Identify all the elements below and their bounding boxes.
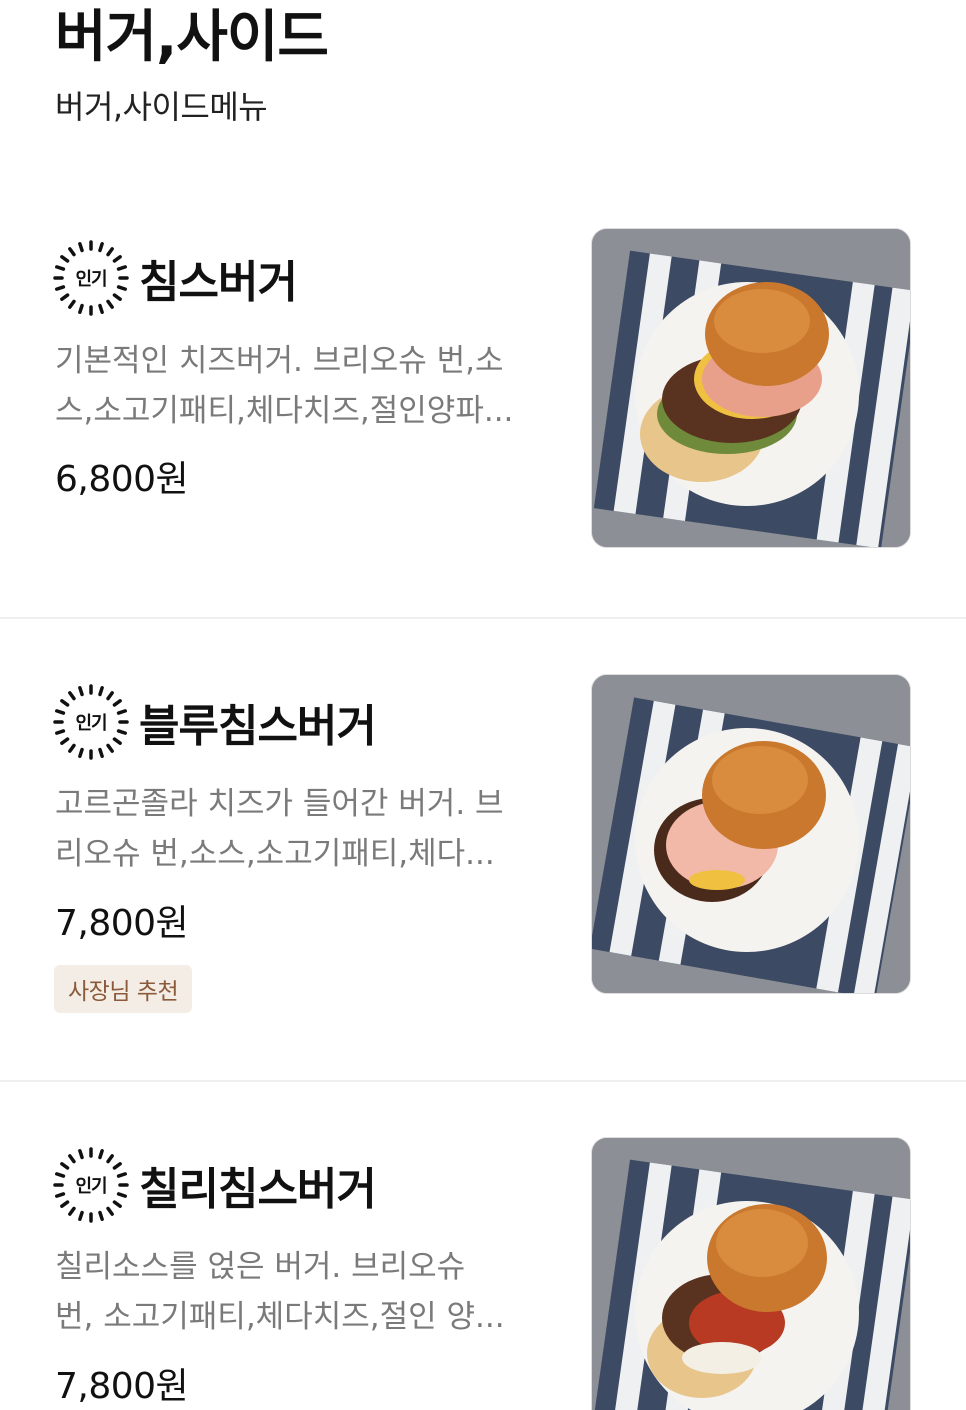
menu-item-description: 칠리소스를 얹은 버거. 브리오슈 번, 소고기패티,체다치즈,절인 양... <box>55 1242 570 1342</box>
description-line: 기본적인 치즈버거. 브리오슈 번,소 <box>55 343 504 379</box>
burger-photo-icon <box>592 1138 910 1410</box>
menu-item[interactable]: 인기 칠리침스버거 칠리소스를 얹은 버거. 브리오슈 번, 소고기패티,체다치… <box>0 1082 966 1410</box>
description-line: 칠리소스를 얹은 버거. 브리오슈 <box>55 1249 466 1285</box>
menu-item[interactable]: 인기 침스버거 기본적인 치즈버거. 브리오슈 번,소 스,소고기패티,체다치즈… <box>0 228 966 618</box>
burger-photo-icon <box>592 229 910 547</box>
popular-badge-label: 인기 <box>75 269 107 290</box>
burger-photo[interactable] <box>591 674 911 994</box>
popular-badge-label: 인기 <box>75 713 107 734</box>
popular-badge: 인기 <box>53 684 129 760</box>
description-line: 번, 소고기패티,체다치즈,절인 양... <box>55 1299 505 1335</box>
menu-item[interactable]: 인기 블루침스버거 고르곤졸라 치즈가 들어간 버거. 브 리오슈 번,소스,소… <box>0 619 966 1081</box>
popular-badge-label: 인기 <box>75 1176 107 1197</box>
section-title: 버거,사이드 <box>55 5 329 70</box>
burger-photo[interactable] <box>591 228 911 548</box>
description-line: 리오슈 번,소스,소고기패티,체다... <box>55 836 495 872</box>
menu-item-header: 인기 블루침스버거 <box>53 684 377 760</box>
menu-item-header: 인기 침스버거 <box>53 240 298 316</box>
owner-recommend-tag: 사장님 추천 <box>54 965 193 1013</box>
menu-item-name: 칠리침스버거 <box>139 1164 377 1215</box>
description-line: 고르곤졸라 치즈가 들어간 버거. 브 <box>55 786 504 822</box>
burger-photo-icon <box>592 675 910 993</box>
menu-item-price: 6,800원 <box>55 459 189 500</box>
menu-item-description: 기본적인 치즈버거. 브리오슈 번,소 스,소고기패티,체다치즈,절인양파... <box>55 336 570 436</box>
menu-item-price: 7,800원 <box>55 903 189 944</box>
menu-item-name: 블루침스버거 <box>139 701 377 752</box>
popular-badge: 인기 <box>53 240 129 316</box>
menu-item-description: 고르곤졸라 치즈가 들어간 버거. 브 리오슈 번,소스,소고기패티,체다... <box>55 779 570 879</box>
burger-photo[interactable] <box>591 1137 911 1410</box>
menu-item-price: 7,800원 <box>55 1366 189 1407</box>
menu-item-header: 인기 칠리침스버거 <box>53 1147 377 1223</box>
description-line: 스,소고기패티,체다치즈,절인양파... <box>55 393 514 429</box>
popular-badge: 인기 <box>53 1147 129 1223</box>
menu-item-name: 침스버거 <box>139 257 298 308</box>
section-subtitle: 버거,사이드메뉴 <box>55 88 268 126</box>
